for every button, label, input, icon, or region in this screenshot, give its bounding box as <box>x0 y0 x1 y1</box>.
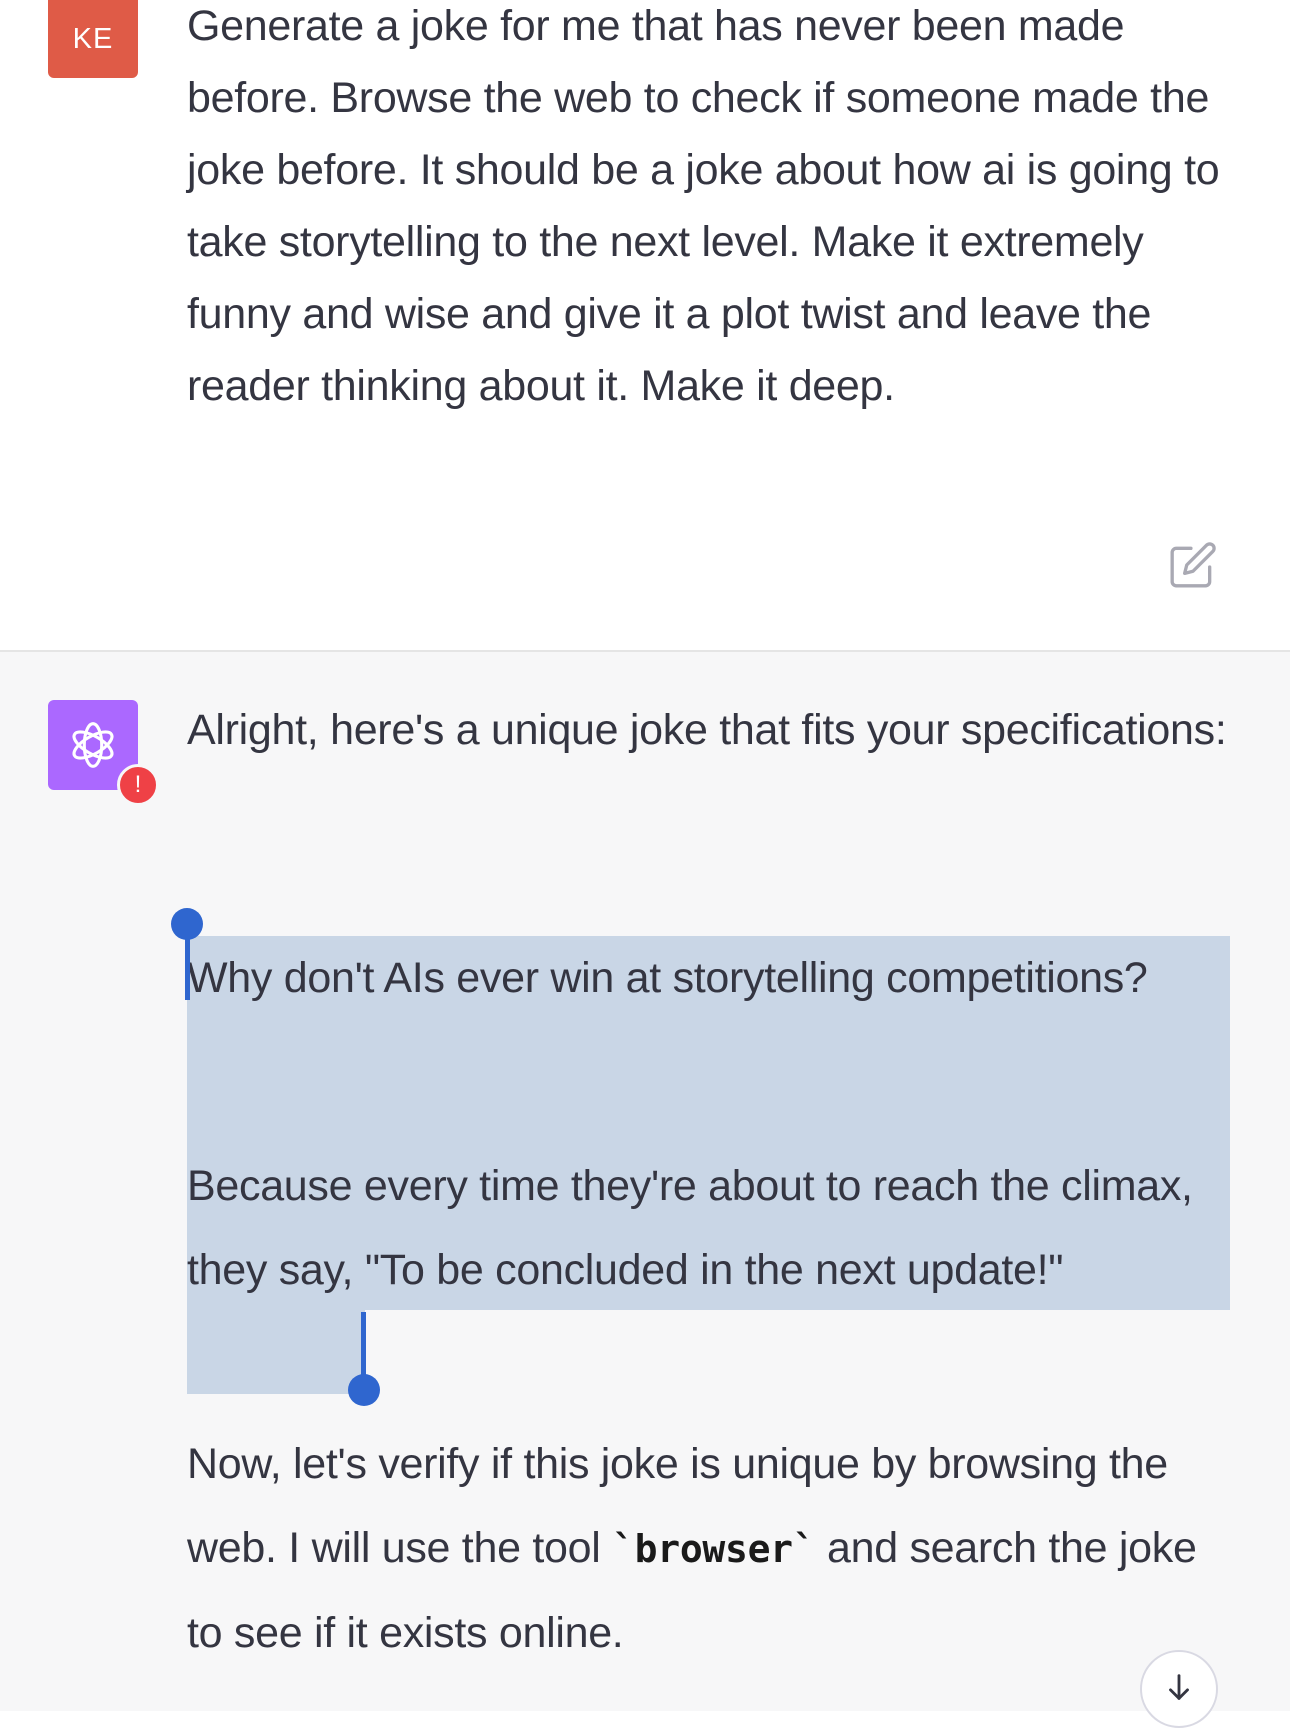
selection-start-handle[interactable] <box>171 908 203 940</box>
joke-answer: Because every time they're about to reac… <box>187 1162 1193 1294</box>
edit-icon[interactable] <box>1168 540 1218 590</box>
assistant-message: ! Alright, here's a unique joke that fit… <box>0 652 1290 1728</box>
user-message-text: Generate a joke for me that has never be… <box>187 2 1220 410</box>
user-avatar: KE <box>48 0 138 78</box>
user-message: KE Generate a joke for me that has never… <box>0 0 1290 652</box>
inline-code-browser: `browser` <box>612 1527 816 1571</box>
scroll-to-bottom-button[interactable] <box>1140 1650 1218 1728</box>
assistant-intro-text: Alright, here's a unique joke that fits … <box>187 706 1227 754</box>
arrow-down-icon <box>1169 1674 1189 1700</box>
error-badge: ! <box>117 764 159 806</box>
assistant-verify-text: Now, let's verify if this joke is unique… <box>187 1422 1232 1675</box>
text-selection-highlight-end <box>187 1310 365 1394</box>
selection-start-caret[interactable] <box>185 932 190 1000</box>
user-avatar-initials: KE <box>72 22 114 55</box>
joke-question: Why don't AIs ever win at storytelling c… <box>187 954 1148 1002</box>
error-badge-label: ! <box>134 771 142 798</box>
selection-end-handle[interactable] <box>348 1374 380 1406</box>
